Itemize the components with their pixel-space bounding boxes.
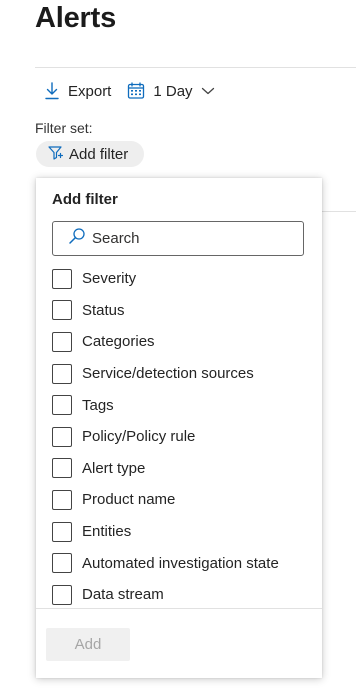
panel-footer-divider — [36, 608, 322, 609]
background-divider — [322, 211, 356, 212]
time-period-dropdown[interactable]: 1 Day — [127, 82, 214, 100]
export-button[interactable]: Export — [44, 82, 111, 100]
checkbox[interactable] — [52, 458, 72, 479]
filter-option-label: Severity — [82, 270, 137, 288]
add-filter-panel: Add filter Severity Status Categories Se… — [36, 178, 322, 678]
filter-option-label: Categories — [82, 333, 155, 351]
filter-option-label: Tags — [82, 396, 114, 414]
checkbox[interactable] — [52, 521, 72, 542]
add-button[interactable]: Add — [46, 628, 130, 661]
filter-option-severity[interactable]: Severity — [52, 263, 308, 295]
filter-option-label: Status — [82, 301, 125, 319]
add-filter-pill-button[interactable]: Add filter — [36, 141, 144, 167]
search-icon — [68, 227, 86, 250]
filter-option-product-name[interactable]: Product name — [52, 484, 308, 516]
checkbox[interactable] — [52, 331, 72, 352]
export-label: Export — [68, 82, 112, 100]
checkbox[interactable] — [52, 300, 72, 321]
filter-option-tags[interactable]: Tags — [52, 389, 308, 421]
search-input[interactable] — [92, 230, 272, 247]
checkbox[interactable] — [52, 584, 72, 605]
checkbox[interactable] — [52, 363, 72, 384]
filter-option-categories[interactable]: Categories — [52, 326, 308, 358]
checkbox[interactable] — [52, 426, 72, 447]
filter-option-policy-rule[interactable]: Policy/Policy rule — [52, 421, 308, 453]
checkbox[interactable] — [52, 395, 72, 416]
download-icon — [44, 82, 60, 100]
checkbox[interactable] — [52, 489, 72, 510]
filter-option-label: Service/detection sources — [82, 365, 254, 383]
filter-option-label: Alert type — [82, 459, 146, 477]
filter-option-service-detection-sources[interactable]: Service/detection sources — [52, 358, 308, 390]
page-title: Alerts — [35, 2, 116, 34]
header-divider — [35, 67, 356, 68]
filter-option-status[interactable]: Status — [52, 295, 308, 327]
toolbar: Export 1 Day — [44, 80, 215, 102]
filter-option-label: Policy/Policy rule — [82, 428, 196, 446]
filter-options-list: Severity Status Categories Service/detec… — [52, 263, 308, 611]
calendar-icon — [127, 82, 145, 100]
add-filter-pill-label: Add filter — [69, 145, 129, 163]
panel-title: Add filter — [52, 191, 118, 208]
filter-option-label: Automated investigation state — [82, 554, 279, 572]
filter-option-alert-type[interactable]: Alert type — [52, 453, 308, 485]
filter-option-automated-investigation-state[interactable]: Automated investigation state — [52, 547, 308, 579]
filter-option-entities[interactable]: Entities — [52, 516, 308, 548]
checkbox[interactable] — [52, 553, 72, 574]
checkbox[interactable] — [52, 268, 72, 289]
time-period-label: 1 Day — [153, 82, 193, 100]
filter-option-label: Entities — [82, 523, 132, 541]
filter-set-label: Filter set: — [35, 120, 93, 136]
filter-option-data-stream[interactable]: Data stream — [52, 579, 308, 611]
search-box[interactable] — [52, 221, 304, 256]
filter-add-icon — [48, 145, 64, 164]
filter-option-label: Data stream — [82, 586, 164, 604]
filter-option-label: Product name — [82, 491, 176, 509]
chevron-down-icon — [201, 86, 215, 96]
